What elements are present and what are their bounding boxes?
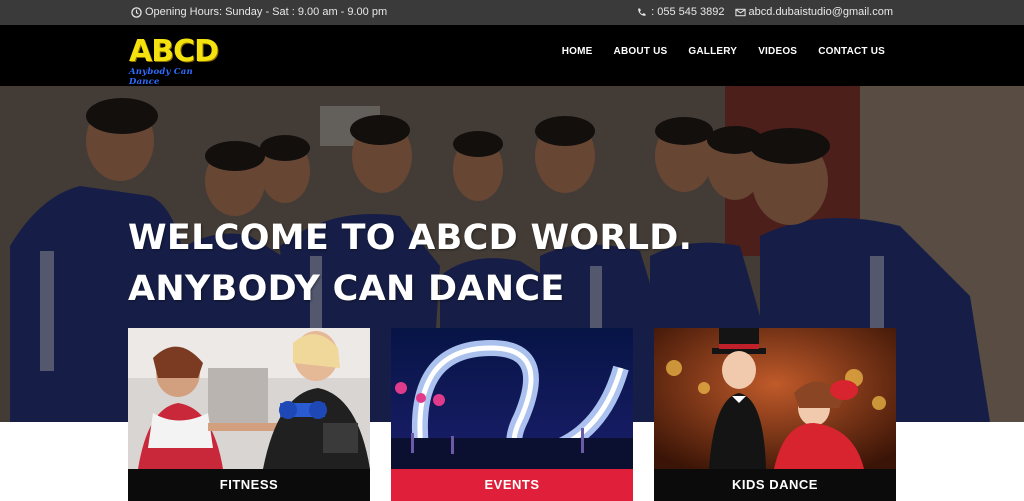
- hero-title-line-1: WELCOME TO ABCD WORLD.: [128, 218, 693, 258]
- contact-info: : 055 545 3892 abcd.dubaistudio@gmail.co…: [636, 6, 893, 18]
- email-link[interactable]: abcd.dubaistudio@gmail.com: [749, 6, 893, 18]
- top-info-bar: Opening Hours: Sunday - Sat : 9.00 am - …: [0, 0, 1024, 25]
- phone-icon: [638, 7, 646, 16]
- events-label: EVENTS: [391, 469, 633, 501]
- events-image: [391, 328, 633, 469]
- phone-number[interactable]: : 055 545 3892: [651, 6, 724, 18]
- site-logo[interactable]: ABCD Anybody Can Dance: [129, 34, 225, 88]
- nav-about-us[interactable]: ABOUT US: [614, 46, 668, 57]
- main-menu: HOME ABOUT US GALLERY VIDEOS CONTACT US: [562, 46, 885, 57]
- fitness-label: FITNESS: [128, 469, 370, 501]
- opening-hours: Opening Hours: Sunday - Sat : 9.00 am - …: [131, 6, 387, 18]
- nav-videos[interactable]: VIDEOS: [758, 46, 797, 57]
- clock-icon: [131, 6, 142, 18]
- logo-tagline: Anybody Can Dance: [129, 67, 193, 87]
- envelope-icon: [734, 8, 746, 16]
- service-card-fitness[interactable]: FITNESS: [128, 328, 370, 501]
- kids-dance-image: [654, 328, 896, 469]
- kids-dance-label: KIDS DANCE: [654, 469, 896, 501]
- logo-wordmark: ABCD: [129, 34, 219, 69]
- opening-hours-text: Opening Hours: Sunday - Sat : 9.00 am - …: [145, 6, 388, 18]
- nav-contact-us[interactable]: CONTACT US: [818, 46, 885, 57]
- fitness-image: [128, 328, 370, 469]
- hero-title: WELCOME TO ABCD WORLD. ANYBODY CAN DANCE: [128, 213, 692, 315]
- hero-title-line-2: ANYBODY CAN DANCE: [128, 269, 565, 309]
- nav-home[interactable]: HOME: [562, 46, 593, 57]
- service-card-events[interactable]: EVENTS: [391, 328, 633, 501]
- nav-gallery[interactable]: GALLERY: [688, 46, 737, 57]
- main-navbar: ABCD Anybody Can Dance HOME ABOUT US GAL…: [0, 25, 1024, 88]
- service-card-kids-dance[interactable]: KIDS DANCE: [654, 328, 896, 501]
